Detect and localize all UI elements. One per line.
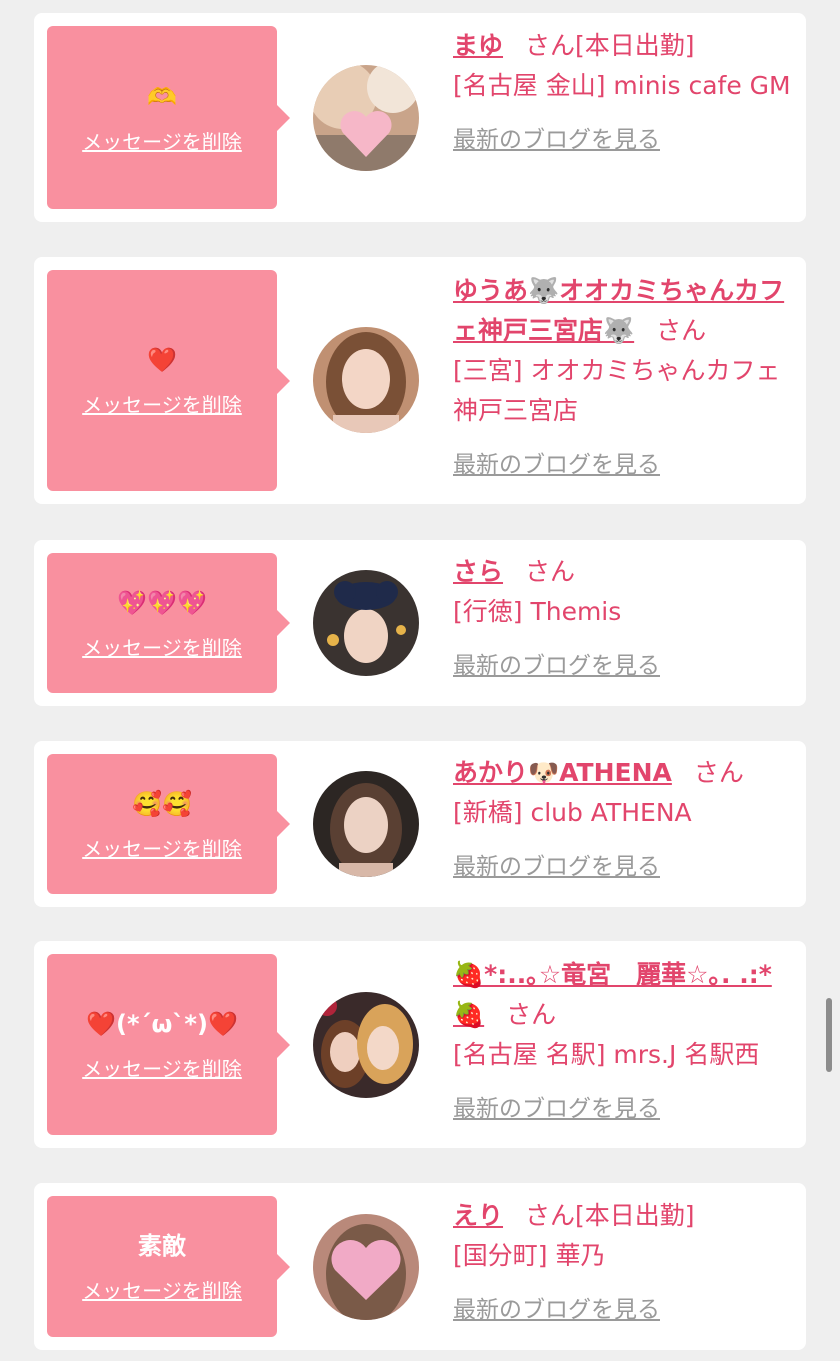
delete-message-link[interactable]: メッセージを削除 — [82, 632, 242, 661]
cast-info: まゆ さん[本日出勤] [名古屋 金山] minis cafe GM 最新のブログ… — [453, 26, 793, 160]
shop-info: [名古屋 金山] minis cafe GM — [453, 71, 791, 100]
avatar-portrait-icon — [313, 327, 419, 433]
delete-message-link[interactable]: メッセージを削除 — [82, 1053, 242, 1082]
name-line: えり さん[本日出勤] — [453, 1196, 793, 1236]
message-text: 素敵 — [138, 1232, 186, 1260]
message-list: 🫶 メッセージを削除 まゆ さん[本日出勤] [名古屋 金山] minis caf… — [0, 0, 840, 1361]
message-bubble: 素敵 メッセージを削除 — [47, 1196, 290, 1337]
message-text: 💖💖💖 — [117, 588, 207, 617]
avatar[interactable] — [313, 65, 419, 171]
name-line: あかり🐶ATHENA さん — [453, 753, 793, 793]
honorific: さん[本日出勤] — [525, 1201, 695, 1230]
blog-link[interactable]: 最新のブログを見る — [453, 1290, 660, 1330]
avatar[interactable] — [313, 327, 419, 433]
avatar[interactable] — [313, 771, 419, 877]
shop-info: [名古屋 名駅] mrs.J 名駅西 — [453, 1040, 760, 1069]
honorific: さん[本日出勤] — [525, 31, 695, 60]
message-card: 素敵 メッセージを削除 えり さん[本日出勤] [国分町] 華乃 最新のブログを見… — [34, 1183, 806, 1350]
avatar-heart-sticker-icon — [313, 1214, 419, 1320]
delete-message-link[interactable]: メッセージを削除 — [82, 1275, 242, 1304]
message-card: 🥰🥰 メッセージを削除 あかり🐶ATHENA さん [新橋] club ATHEN… — [34, 741, 806, 907]
message-bubble: 🫶 メッセージを削除 — [47, 26, 290, 209]
shop-info: [国分町] 華乃 — [453, 1241, 606, 1270]
message-card: 🫶 メッセージを削除 まゆ さん[本日出勤] [名古屋 金山] minis caf… — [34, 13, 806, 222]
avatar-portrait-icon — [313, 771, 419, 877]
message-card: ❤️ メッセージを削除 ゆうあ🐺オオカミちゃんカフェ神戸三宮店🐺 さん [三宮] … — [34, 257, 806, 504]
avatar[interactable] — [313, 992, 419, 1098]
blog-link[interactable]: 最新のブログを見る — [453, 1089, 660, 1129]
blog-link[interactable]: 最新のブログを見る — [453, 646, 660, 686]
shop-info: [行徳] Themis — [453, 597, 622, 626]
shop-info: [新橋] club ATHENA — [453, 798, 692, 827]
cast-name-link[interactable]: 🍓*:..｡☆竜宮 麗華☆｡. .:*🍓 — [453, 960, 772, 1029]
message-bubble: 💖💖💖 メッセージを削除 — [47, 553, 290, 693]
message-bubble: 🥰🥰 メッセージを削除 — [47, 754, 290, 894]
cast-info: ゆうあ🐺オオカミちゃんカフェ神戸三宮店🐺 さん [三宮] オオカミちゃんカフェ神戸… — [453, 271, 793, 485]
delete-message-link[interactable]: メッセージを削除 — [82, 833, 242, 862]
message-card: 💖💖💖 メッセージを削除 さら さん [行徳] Themis 最新のブログを見る — [34, 540, 806, 706]
cast-name-link[interactable]: まゆ — [453, 31, 503, 60]
avatar-ribbon-portrait-icon — [313, 570, 419, 676]
blog-link[interactable]: 最新のブログを見る — [453, 120, 660, 160]
delete-message-link[interactable]: メッセージを削除 — [82, 389, 242, 418]
message-text: 🥰🥰 — [132, 789, 192, 818]
avatar-heart-sticker-icon — [313, 65, 419, 171]
message-card: ❤️(*´ω`*)❤️ メッセージを削除 🍓*:..｡☆竜宮 麗華☆｡. .:*… — [34, 941, 806, 1148]
cast-info: さら さん [行徳] Themis 最新のブログを見る — [453, 552, 793, 686]
delete-message-link[interactable]: メッセージを削除 — [82, 126, 242, 155]
message-text: ❤️(*´ω`*)❤️ — [86, 1010, 238, 1038]
cast-name-link[interactable]: ゆうあ🐺オオカミちゃんカフェ神戸三宮店🐺 — [453, 276, 784, 345]
blog-link[interactable]: 最新のブログを見る — [453, 847, 660, 887]
message-bubble: ❤️(*´ω`*)❤️ メッセージを削除 — [47, 954, 290, 1135]
message-text: 🫶 — [147, 83, 177, 111]
blog-link[interactable]: 最新のブログを見る — [453, 445, 660, 485]
name-line: 🍓*:..｡☆竜宮 麗華☆｡. .:*🍓 さん — [453, 955, 793, 1035]
cast-info: あかり🐶ATHENA さん [新橋] club ATHENA 最新のブログを見る — [453, 753, 793, 887]
cast-name-link[interactable]: えり — [453, 1201, 503, 1230]
name-line: ゆうあ🐺オオカミちゃんカフェ神戸三宮店🐺 さん — [453, 271, 793, 351]
cast-name-link[interactable]: あかり🐶ATHENA — [453, 758, 672, 787]
message-bubble: ❤️ メッセージを削除 — [47, 270, 290, 491]
vertical-scrollbar[interactable] — [826, 998, 832, 1072]
honorific: さん — [693, 758, 744, 787]
cast-info: えり さん[本日出勤] [国分町] 華乃 最新のブログを見る — [453, 1196, 793, 1330]
honorific: さん — [656, 316, 707, 345]
cast-name-link[interactable]: さら — [453, 557, 503, 586]
honorific: さん — [506, 1000, 557, 1029]
avatar[interactable] — [313, 570, 419, 676]
avatar-duo-portrait-icon — [313, 992, 419, 1098]
cast-info: 🍓*:..｡☆竜宮 麗華☆｡. .:*🍓 さん [名古屋 名駅] mrs.J 名駅… — [453, 955, 793, 1129]
avatar[interactable] — [313, 1214, 419, 1320]
honorific: さん — [525, 557, 576, 586]
message-text: ❤️ — [147, 346, 177, 374]
name-line: まゆ さん[本日出勤] — [453, 26, 793, 66]
name-line: さら さん — [453, 552, 793, 592]
shop-info: [三宮] オオカミちゃんカフェ神戸三宮店 — [453, 356, 781, 425]
